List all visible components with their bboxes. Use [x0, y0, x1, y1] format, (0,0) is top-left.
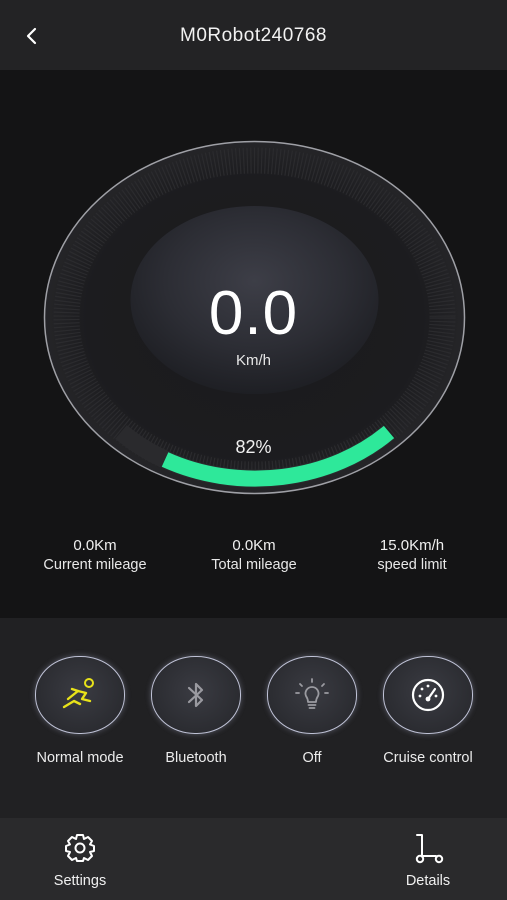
total-mileage-stat: 0.0Km Total mileage — [174, 536, 334, 576]
details-tab[interactable]: Details — [378, 832, 478, 889]
gear-icon — [65, 834, 95, 862]
light-label: Off — [302, 750, 322, 766]
speed-limit-value: 15.0Km/h — [379, 537, 445, 554]
speed-value: 0.0 — [208, 279, 299, 348]
light-button[interactable]: Off — [254, 656, 370, 766]
light-circle[interactable] — [267, 656, 357, 734]
scooter-icon — [415, 834, 444, 864]
normal-mode-label: Normal mode — [36, 750, 124, 766]
current-mileage-value: 0.0Km — [73, 537, 117, 554]
total-mileage-label: Total mileage — [211, 557, 297, 573]
page-title: M0Robot240768 — [180, 25, 327, 46]
speedometer-icon — [411, 678, 445, 712]
normal-mode-button[interactable]: Normal mode — [22, 656, 138, 766]
speed-limit-label: speed limit — [377, 557, 447, 573]
running-person-icon — [62, 678, 94, 709]
bluetooth-circle[interactable] — [151, 656, 241, 734]
cruise-control-label: Cruise control — [383, 750, 473, 766]
top-bar: M0Robot240768 — [0, 0, 507, 70]
total-mileage-value: 0.0Km — [232, 537, 276, 554]
battery-percentage: 82% — [235, 437, 272, 457]
cruise-control-button[interactable]: Cruise control — [370, 656, 486, 766]
settings-label: Settings — [53, 873, 107, 889]
normal-mode-circle[interactable] — [35, 656, 125, 734]
cruise-control-circle[interactable] — [383, 656, 473, 734]
settings-tab[interactable]: Settings — [30, 832, 130, 889]
details-label: Details — [405, 873, 451, 889]
light-bulb-icon — [295, 678, 329, 709]
controls-panel: Normal mode Bluetooth Off Cruise control — [0, 618, 507, 818]
bottom-nav: Settings Details — [0, 818, 507, 900]
bluetooth-icon — [187, 682, 204, 708]
speed-unit: Km/h — [235, 352, 271, 369]
current-mileage-stat: 0.0Km Current mileage — [15, 536, 175, 576]
speed-limit-stat: 15.0Km/h speed limit — [332, 536, 492, 576]
stats-row: 0.0Km Current mileage 0.0Km Total mileag… — [0, 536, 507, 586]
bluetooth-label: Bluetooth — [165, 750, 227, 766]
bluetooth-button[interactable]: Bluetooth — [138, 656, 254, 766]
current-mileage-label: Current mileage — [43, 557, 147, 573]
